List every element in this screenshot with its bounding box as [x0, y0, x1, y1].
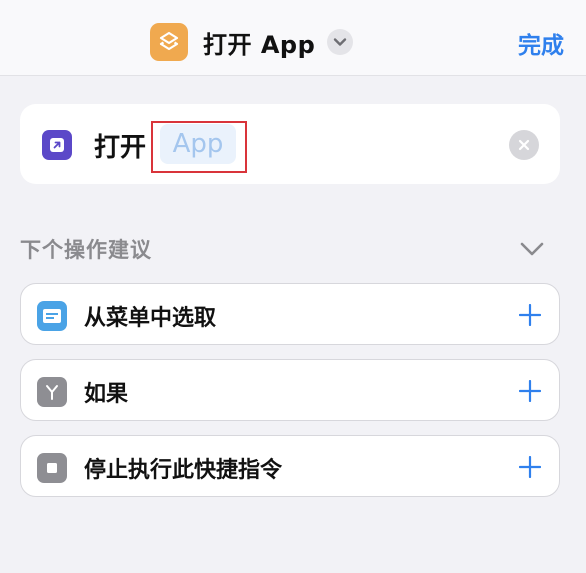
plus-icon[interactable]	[517, 454, 543, 480]
stop-icon	[37, 453, 67, 483]
suggestion-item-choose-from-menu[interactable]: 从菜单中选取	[20, 283, 560, 345]
choose-from-menu-icon	[37, 301, 67, 331]
shortcut-title-menu[interactable]: 打开 App	[150, 22, 354, 62]
done-button[interactable]: 完成	[518, 26, 564, 60]
plus-icon[interactable]	[517, 378, 543, 404]
suggestion-item-stop-shortcut[interactable]: 停止执行此快捷指令	[20, 435, 560, 497]
open-app-action-card: 打开 App	[20, 104, 560, 184]
navigation-bar: 打开 App 完成	[0, 0, 586, 76]
page-title: 打开 App	[203, 30, 316, 59]
if-branch-icon	[37, 377, 67, 407]
open-app-icon	[42, 130, 72, 160]
suggestion-label: 如果	[84, 382, 129, 407]
clear-icon[interactable]	[509, 130, 539, 160]
action-label: 打开	[94, 133, 147, 163]
highlight-box	[151, 121, 247, 173]
suggestion-label: 从菜单中选取	[84, 306, 217, 331]
chevron-down-icon[interactable]	[519, 238, 545, 260]
section-header: 下个操作建议	[20, 238, 152, 262]
chevron-down-icon[interactable]	[327, 29, 354, 55]
shortcuts-icon	[150, 23, 188, 61]
suggestion-label: 停止执行此快捷指令	[84, 458, 283, 483]
suggestion-item-if[interactable]: 如果	[20, 359, 560, 421]
plus-icon[interactable]	[517, 302, 543, 328]
